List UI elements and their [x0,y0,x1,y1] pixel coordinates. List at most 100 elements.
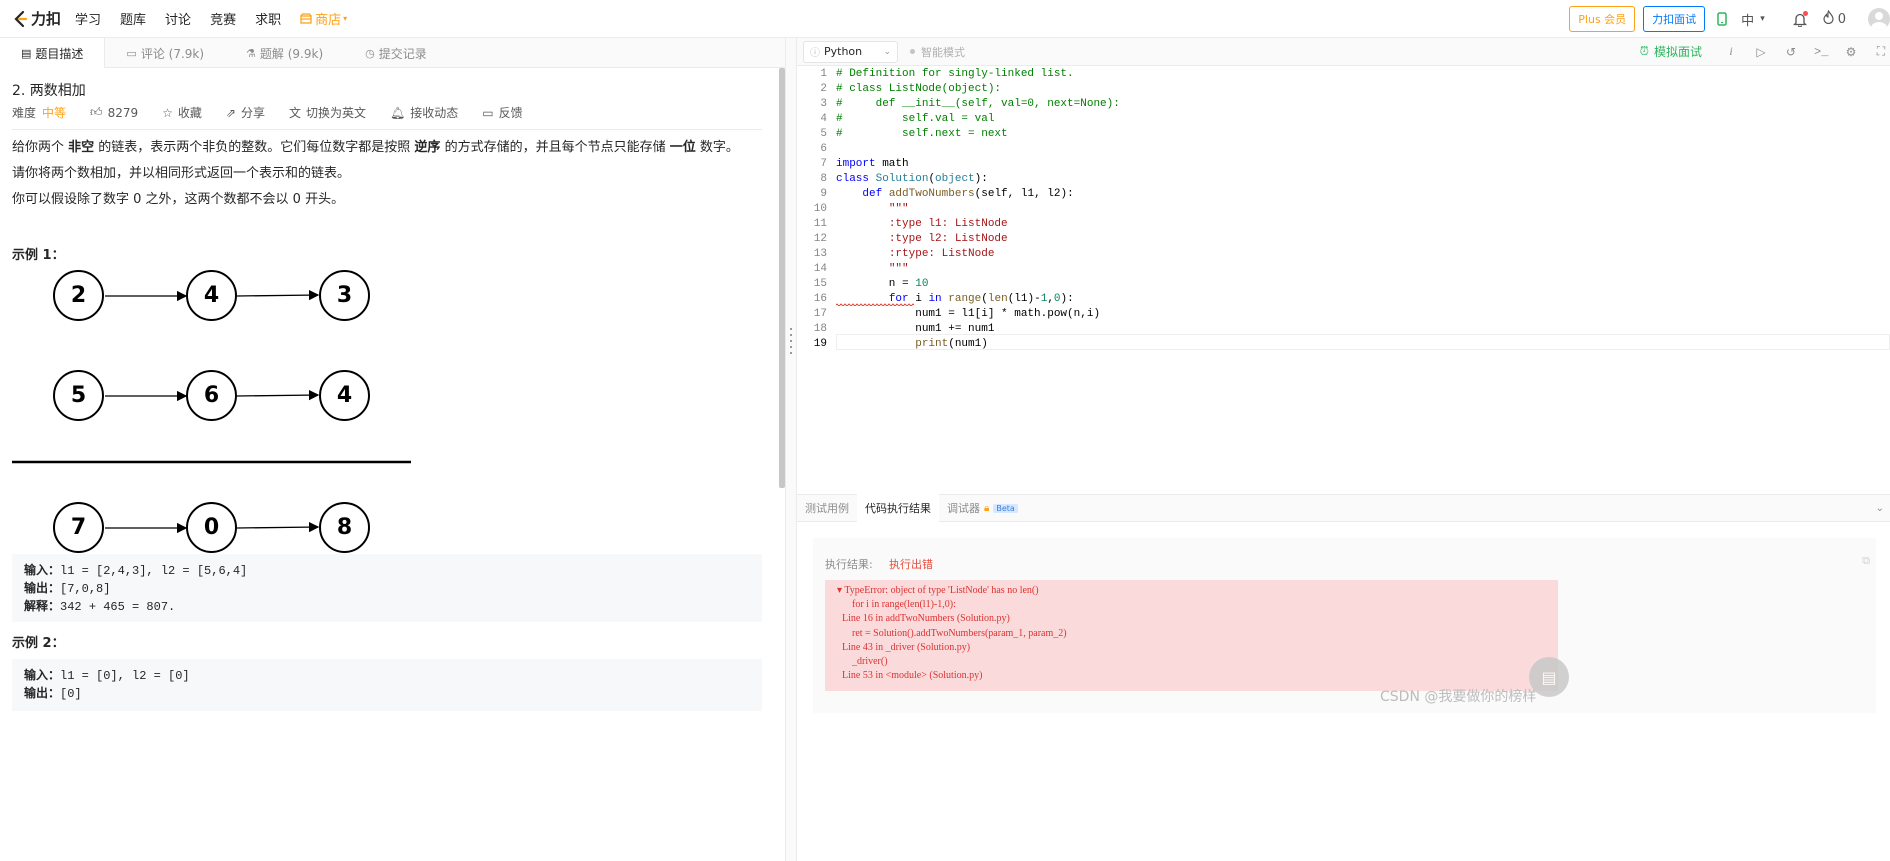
code-line[interactable]: num1 = l1[i] * math.pow(n,i) [836,308,1100,320]
comment-icon: ▭ [126,46,137,60]
error-line: Line 16 in addTwoNumbers (Solution.py) [837,613,1010,625]
language-switch[interactable]: 中 ▾ [1741,10,1765,29]
problem-meta: 难度 中等 👍︎ 8279 ☆ 收藏 ⇗ 分享 文 切换为英文 🔔︎ 接收动态 … [12,104,547,121]
tab-run-result[interactable]: 代码执行结果 [857,494,939,522]
smart-mode-toggle[interactable]: 智能模式 [910,44,965,60]
collapse-chevron-icon[interactable]: ⌄ [1876,503,1884,514]
code-line[interactable]: n = 10 [836,278,929,290]
settings-gear-icon[interactable]: ⚙ [1844,45,1858,59]
example-input: 输入：l1 = [2,4,3], l2 = [5,6,4] [24,562,750,580]
input-label: 输入： [24,563,61,577]
reset-icon[interactable]: ↺ [1784,45,1798,59]
grip-dot [790,352,792,354]
code-line[interactable]: def addTwoNumbers(self, l1, l2): [836,188,1073,200]
output-label: 输出： [24,581,61,595]
code-line[interactable]: """ [836,263,909,275]
code-line[interactable]: # class ListNode(object): [836,83,1001,95]
result-status: 执行出错 [889,558,933,571]
beta-badge: Beta [993,503,1018,513]
share-button[interactable]: ⇗ 分享 [226,104,265,121]
tab-comments[interactable]: ▭ 评论 (7.9k) [105,38,225,68]
leetcode-logo[interactable]: 力扣 [12,8,61,29]
tab-description-label: 题目描述 [35,46,84,61]
line-number: 14 [813,263,827,275]
like-count: 8279 [107,105,139,120]
tab-debugger[interactable]: 调试器 🔒︎ Beta [939,494,1026,522]
nav-problems[interactable]: 题库 [120,9,146,28]
editor-toolbar: ⓘ Python ⌄ 智能模式 ⏰︎ 模拟面试 i ▷ ↺ >_ ⚙ ⛶ [797,38,1890,66]
code-line[interactable]: # def __init__(self, val=0, next=None): [836,98,1120,110]
mock-interview-label: 模拟面试 [1653,45,1702,59]
leetcode-interview-button[interactable]: 力扣面试 [1643,6,1706,32]
avatar[interactable] [1868,8,1890,30]
chevron-down-icon: ▾ [343,14,348,23]
code-editor[interactable]: 1 2 3 4 5 6 7 8 9 10 11 12 13 14 15 16 17 18 19 # Definiti… [797,66,1890,494]
mobile-app-icon[interactable] [1717,12,1727,26]
list-node: 8 [319,502,370,553]
output-label: 输出： [24,686,61,700]
error-line: ret = Solution().addTwoNumbers(param_1, … [837,627,1067,639]
star-icon: ☆ [162,105,173,120]
explanation-label: 解释： [24,599,61,613]
example-output: 输出：[0] [24,685,750,703]
language-select-value: Python [824,45,863,58]
description-paragraph-3: 你可以假设除了数字 0 之外，这两个数都不会以 0 开头。 [12,192,345,207]
line-number: 13 [813,248,827,260]
streak-counter[interactable]: 0 [1823,9,1846,28]
code-line[interactable]: # Definition for singly-linked list. [836,68,1074,80]
watermark: CSDN @我要做你的榜样 [1380,689,1537,705]
translate-icon: 文 [288,106,301,120]
problem-description: 2. 两数相加 难度 中等 👍︎ 8279 ☆ 收藏 ⇗ 分享 文 切换为英文 … [0,68,785,861]
tab-description[interactable]: ▤ 题目描述 [0,38,106,68]
nav-discuss[interactable]: 讨论 [165,9,191,28]
line-number: 17 [813,308,827,320]
error-output: ▾ TypeError: object of type 'ListNode' h… [825,580,1558,691]
current-line-highlight [836,334,1890,350]
line-number: 6 [820,143,827,155]
code-line[interactable]: print(num1) [836,338,988,350]
code-line[interactable]: class Solution(object): [836,173,988,185]
tab-submissions-label: 提交记录 [378,46,427,61]
nav-jobs[interactable]: 求职 [255,9,281,28]
code-line[interactable]: :type l1: ListNode [836,218,1008,230]
like-button[interactable]: 👍︎ 8279 [90,105,138,120]
feedback-fab-icon[interactable]: ▤ [1529,657,1569,697]
favorite-button[interactable]: ☆ 收藏 [162,104,202,121]
language-select[interactable]: ⓘ Python ⌄ [803,40,898,63]
difficulty-value: 中等 [42,106,67,120]
copy-icon[interactable]: ⧉ [1862,554,1870,568]
line-number: 15 [813,278,827,290]
play-icon[interactable]: ▷ [1754,45,1768,59]
fullscreen-icon[interactable]: ⛶ [1874,44,1888,59]
switch-english-button[interactable]: 文 切换为英文 [289,104,366,121]
notification-bell-icon[interactable] [1792,10,1808,27]
nav-contest[interactable]: 竞赛 [210,9,236,28]
code-line[interactable]: import math [836,158,909,170]
info-italic-icon[interactable]: i [1724,44,1738,59]
nav-shop[interactable]: 商店 ▾ [300,9,347,28]
error-line: ▾ TypeError: object of type 'ListNode' h… [837,585,1039,596]
code-line[interactable]: :rtype: ListNode [836,248,995,260]
tab-solutions[interactable]: ⚗ 题解 (9.9k) [225,38,344,68]
input-label: 输入： [24,668,61,682]
terminal-icon[interactable]: >_ [1814,45,1828,59]
code-line[interactable]: :type l2: ListNode [836,233,1008,245]
list-node: 2 [53,270,104,321]
code-line[interactable]: """ [836,203,909,215]
subscribe-button[interactable]: 🔔︎ 接收动态 [390,104,458,121]
feedback-button[interactable]: ▭ 反馈 [482,104,522,121]
mock-interview-button[interactable]: ⏰︎ 模拟面试 [1640,43,1702,60]
line-number: 12 [813,233,827,245]
code-line[interactable]: num1 += num1 [836,323,994,335]
code-line[interactable]: # self.next = next [836,128,1008,140]
tab-testcase[interactable]: 测试用例 [797,494,857,522]
bell-icon: 🔔︎ [390,105,406,120]
plus-member-button[interactable]: Plus 会员 [1569,6,1636,32]
error-line: _driver() [837,656,888,668]
nav-learn[interactable]: 学习 [75,9,101,28]
smart-mode-label: 智能模式 [921,45,965,59]
tab-submissions[interactable]: ◷ 提交记录 [344,38,448,68]
list-node: 0 [186,502,237,553]
panel-resize-handle[interactable] [785,38,797,861]
code-line[interactable]: # self.val = val [836,113,994,125]
